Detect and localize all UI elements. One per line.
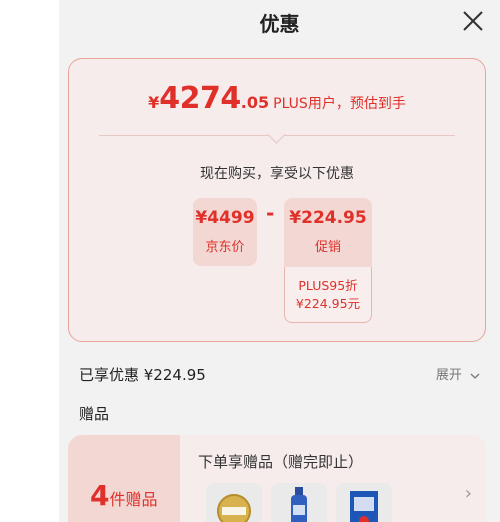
expand-label: 展开 xyxy=(435,368,462,383)
promotion-box[interactable]: ¥224.95 促销 xyxy=(284,198,372,268)
enjoyed-discount: 已享优惠 ¥224.95 xyxy=(79,366,206,384)
gift-thumbnail-bottle[interactable] xyxy=(271,483,327,522)
gift-count-panel: 4件赠品 xyxy=(68,435,180,522)
breakdown-subtitle: 现在购买，享受以下优惠 xyxy=(200,166,354,182)
close-icon[interactable] xyxy=(460,8,486,34)
price-integer: 4274 xyxy=(159,81,241,116)
dialog-title: 优惠 xyxy=(259,12,300,36)
promotion-sheet: 优惠 ¥4274.05 PLUS用户，预估到手 现在购买，享受以下优惠 ¥4499… xyxy=(59,0,500,522)
gift-thumbnail-seal[interactable] xyxy=(206,483,262,522)
gift-title: 下单享赠品（赠完即止） xyxy=(198,453,364,471)
chevron-right-icon[interactable]: › xyxy=(465,483,472,504)
seal-icon xyxy=(217,494,251,522)
price-note: PLUS用户，预估到手 xyxy=(273,96,406,112)
gift-count: 4件赠品 xyxy=(90,479,158,512)
left-margin xyxy=(0,0,59,522)
promotion-detail-line1: PLUS95折 xyxy=(298,278,358,293)
bottle-icon xyxy=(291,487,307,522)
gift-count-unit: 件赠品 xyxy=(109,490,158,509)
promotion-detail: PLUS95折 ¥224.95元 xyxy=(284,267,372,323)
original-amount: ¥4499 xyxy=(195,208,255,228)
gift-count-number: 4 xyxy=(90,479,110,512)
expand-toggle[interactable]: 展开 xyxy=(436,364,480,383)
divider-notch xyxy=(267,125,286,144)
chevron-down-icon xyxy=(470,373,480,379)
original-label: 京东价 xyxy=(205,240,245,255)
minus-sign: - xyxy=(266,201,275,225)
promotion-label: 促销 xyxy=(314,240,341,255)
promotion-detail-line2: ¥224.95元 xyxy=(295,296,361,311)
box-icon xyxy=(350,491,378,522)
gift-thumbnail-box[interactable] xyxy=(336,483,392,522)
price-decimal: .05 xyxy=(240,93,270,112)
estimated-price: ¥4274.05 PLUS用户，预估到手 xyxy=(69,81,485,116)
gift-card[interactable]: 4件赠品 下单享赠品（赠完即止） › xyxy=(68,435,486,522)
gifts-heading: 赠品 xyxy=(79,405,110,423)
price-card: ¥4274.05 PLUS用户，预估到手 现在购买，享受以下优惠 ¥4499 京东… xyxy=(68,58,486,342)
promotion-amount: ¥224.95 xyxy=(289,208,367,228)
original-price-box: ¥4499 京东价 xyxy=(193,198,257,266)
price-yen: ¥ xyxy=(148,93,160,112)
